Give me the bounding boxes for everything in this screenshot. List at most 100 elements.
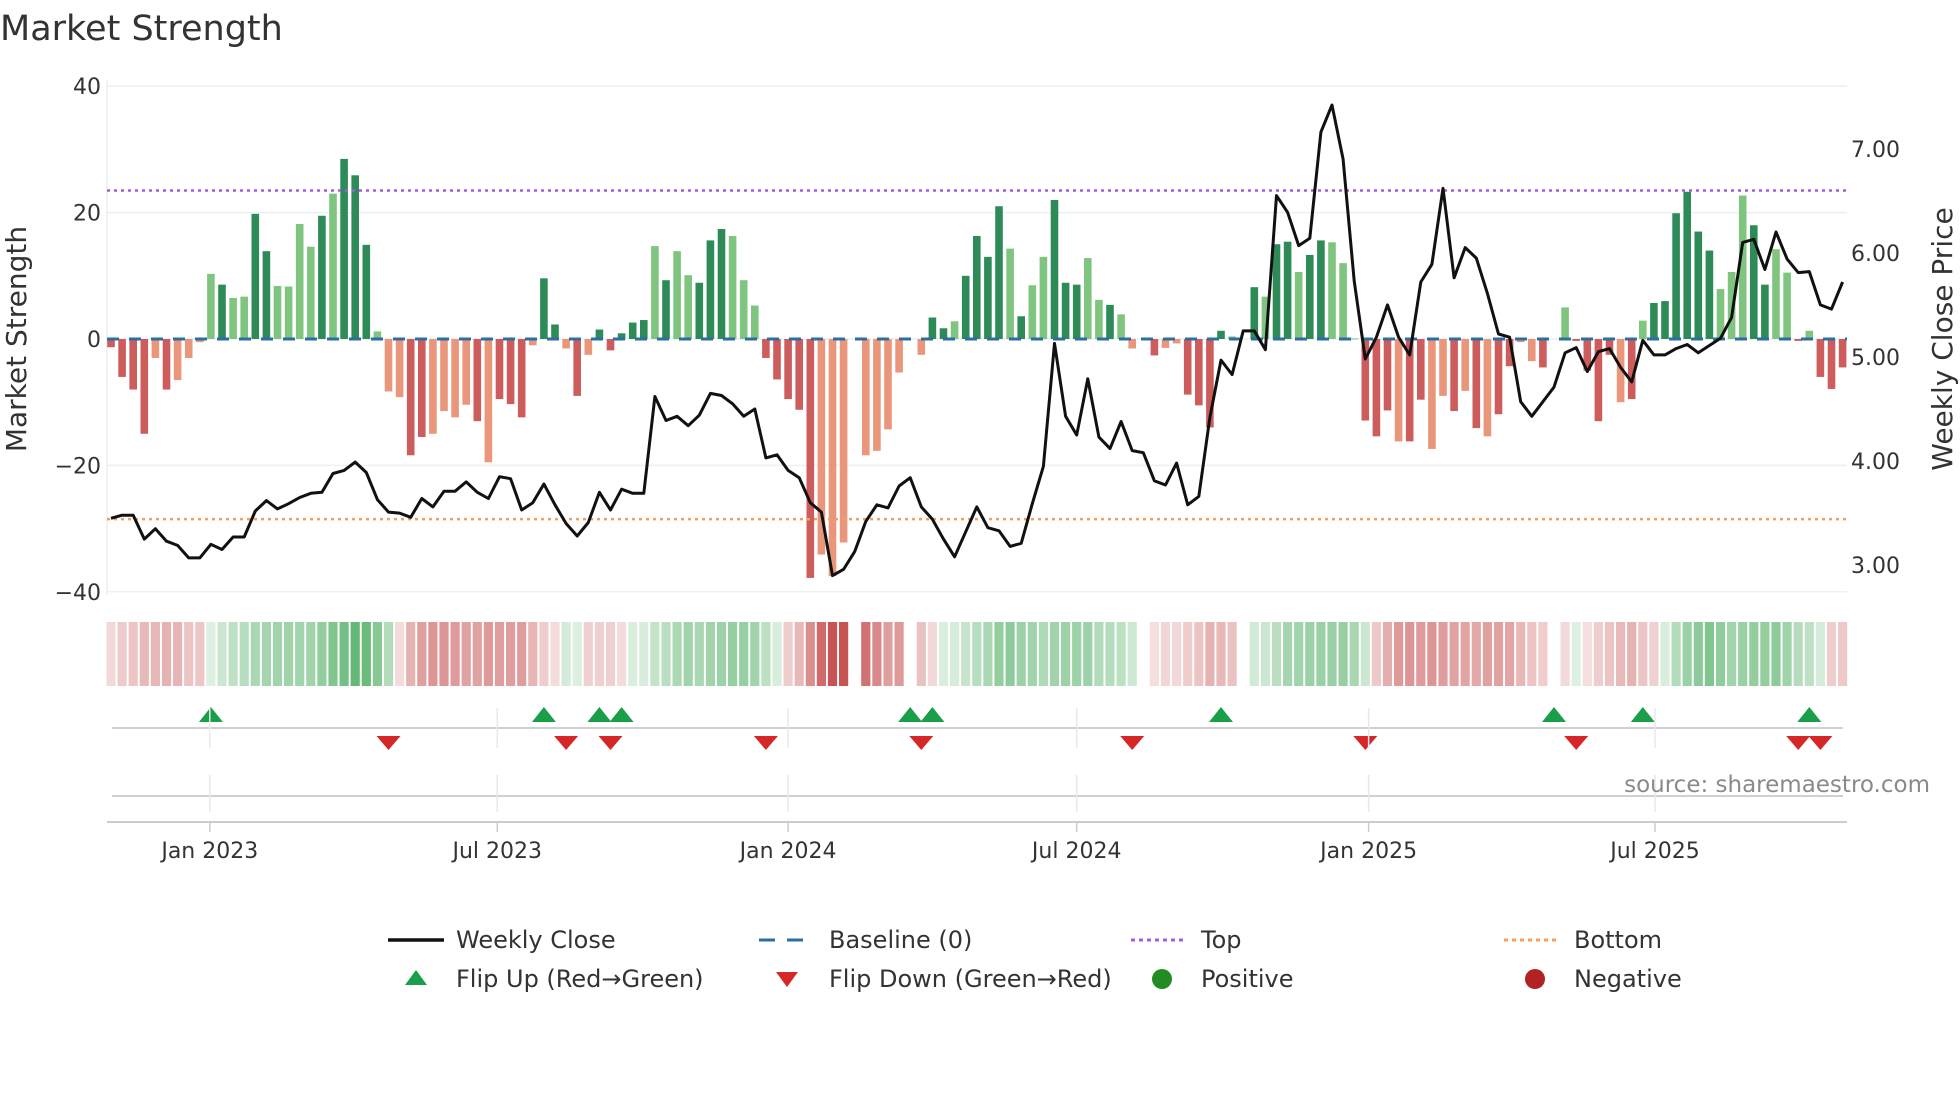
strip-cell	[494, 622, 505, 686]
y2-axis-title: Weekly Close Price	[1926, 207, 1959, 470]
strength-bar	[451, 339, 459, 418]
strip-cell	[839, 622, 849, 686]
strength-bar	[1039, 256, 1048, 339]
strip-cell	[1049, 622, 1060, 686]
strip-cell	[1427, 622, 1437, 686]
legend-item: Baseline (0)	[759, 926, 972, 954]
strength-bar	[1672, 213, 1680, 339]
strength-bar	[1428, 339, 1436, 449]
strip-cell	[217, 622, 227, 686]
strength-bar	[1084, 258, 1092, 339]
strip-cell	[794, 622, 804, 686]
strength-bar	[207, 273, 215, 339]
strip-cell	[938, 622, 949, 686]
strength-bar	[706, 240, 715, 339]
strip-cell	[761, 622, 771, 686]
strip-cell	[1038, 622, 1048, 686]
strip-cell	[284, 622, 294, 686]
strength-bar	[151, 339, 160, 358]
strength-bar	[1639, 320, 1647, 339]
flip-down-marker	[909, 736, 934, 750]
y2-tick-label: 5.00	[1851, 346, 1900, 371]
strip-cell	[184, 622, 194, 686]
flip-up-marker	[1630, 707, 1655, 722]
strength-bar	[751, 305, 759, 339]
y2-tick-label: 3.00	[1851, 554, 1900, 579]
x-tick-label: Jul 2025	[1608, 839, 1700, 864]
strip-cell	[1194, 622, 1204, 686]
strip-cell	[417, 622, 427, 686]
legend-item: Top	[1131, 926, 1242, 954]
strength-bar	[1306, 254, 1314, 339]
flip-down-marker	[1353, 736, 1378, 750]
strip-cell	[1249, 622, 1259, 686]
strip-cell	[1260, 622, 1270, 686]
y-tick-label: −20	[55, 454, 101, 479]
strip-cell	[983, 622, 993, 686]
strength-bar	[406, 339, 415, 456]
strength-bar	[173, 339, 182, 381]
legend-swatch	[405, 970, 427, 985]
y2-tick-label: 6.00	[1851, 242, 1900, 267]
strip-cell	[1327, 622, 1337, 686]
strip-cell	[472, 622, 482, 686]
strip-cell	[272, 622, 283, 686]
strength-bar	[1772, 249, 1780, 339]
strip-cell	[173, 622, 183, 686]
strip-cell	[1349, 622, 1359, 686]
strip-cell	[1294, 622, 1304, 686]
strip-cell	[1449, 622, 1459, 686]
strength-bar	[384, 339, 393, 392]
strength-bar	[862, 339, 870, 456]
strip-cell	[1172, 622, 1182, 686]
strip-cell	[1582, 622, 1592, 686]
strip-cell	[1604, 622, 1615, 686]
strip-cell	[916, 622, 926, 686]
strip-cell	[528, 622, 538, 686]
strength-bar	[1461, 339, 1469, 391]
strip-cell	[150, 622, 160, 686]
flip-up-marker	[1209, 707, 1233, 722]
strength-bar	[307, 246, 315, 339]
flip-up-marker	[198, 707, 223, 722]
strip-cell	[1072, 622, 1082, 686]
strip-cell	[139, 622, 149, 686]
strip-cell	[1160, 622, 1171, 686]
strip-cell	[295, 622, 305, 686]
flip-up-marker	[531, 707, 556, 722]
strength-bar	[1794, 339, 1802, 341]
strip-cell	[1749, 622, 1759, 686]
strength-bar	[1705, 250, 1714, 339]
strip-cell	[583, 622, 593, 686]
y-tick-label: 20	[73, 202, 101, 227]
strength-bar	[895, 339, 903, 373]
strength-bar	[295, 223, 304, 339]
strength-bar	[773, 339, 781, 380]
strip-cell	[1216, 622, 1226, 686]
strip-cell	[1360, 622, 1370, 686]
strength-bar	[828, 339, 837, 576]
strip-cell	[117, 622, 127, 686]
strip-cell	[1305, 622, 1315, 686]
strength-bar	[1572, 339, 1580, 341]
strength-bar	[351, 175, 359, 339]
strip-cell	[539, 622, 549, 686]
strength-bar	[118, 339, 126, 377]
strength-bar	[695, 282, 704, 339]
strip-cell	[716, 622, 727, 686]
strength-bar	[928, 317, 937, 339]
strength-bar	[917, 339, 926, 355]
strength-bar	[551, 324, 559, 339]
strip-cell	[239, 622, 249, 686]
strip-cell	[772, 622, 782, 686]
strip-cell	[1027, 622, 1037, 686]
strength-bar	[517, 339, 526, 418]
strip-cell	[805, 622, 815, 686]
strength-bar	[1383, 339, 1392, 411]
strength-bar	[984, 256, 992, 339]
legend-swatch	[776, 972, 798, 987]
strength-bar	[1650, 302, 1658, 339]
strength-bar	[939, 328, 948, 339]
strip-cell	[1826, 622, 1837, 686]
strip-cell	[306, 622, 316, 686]
